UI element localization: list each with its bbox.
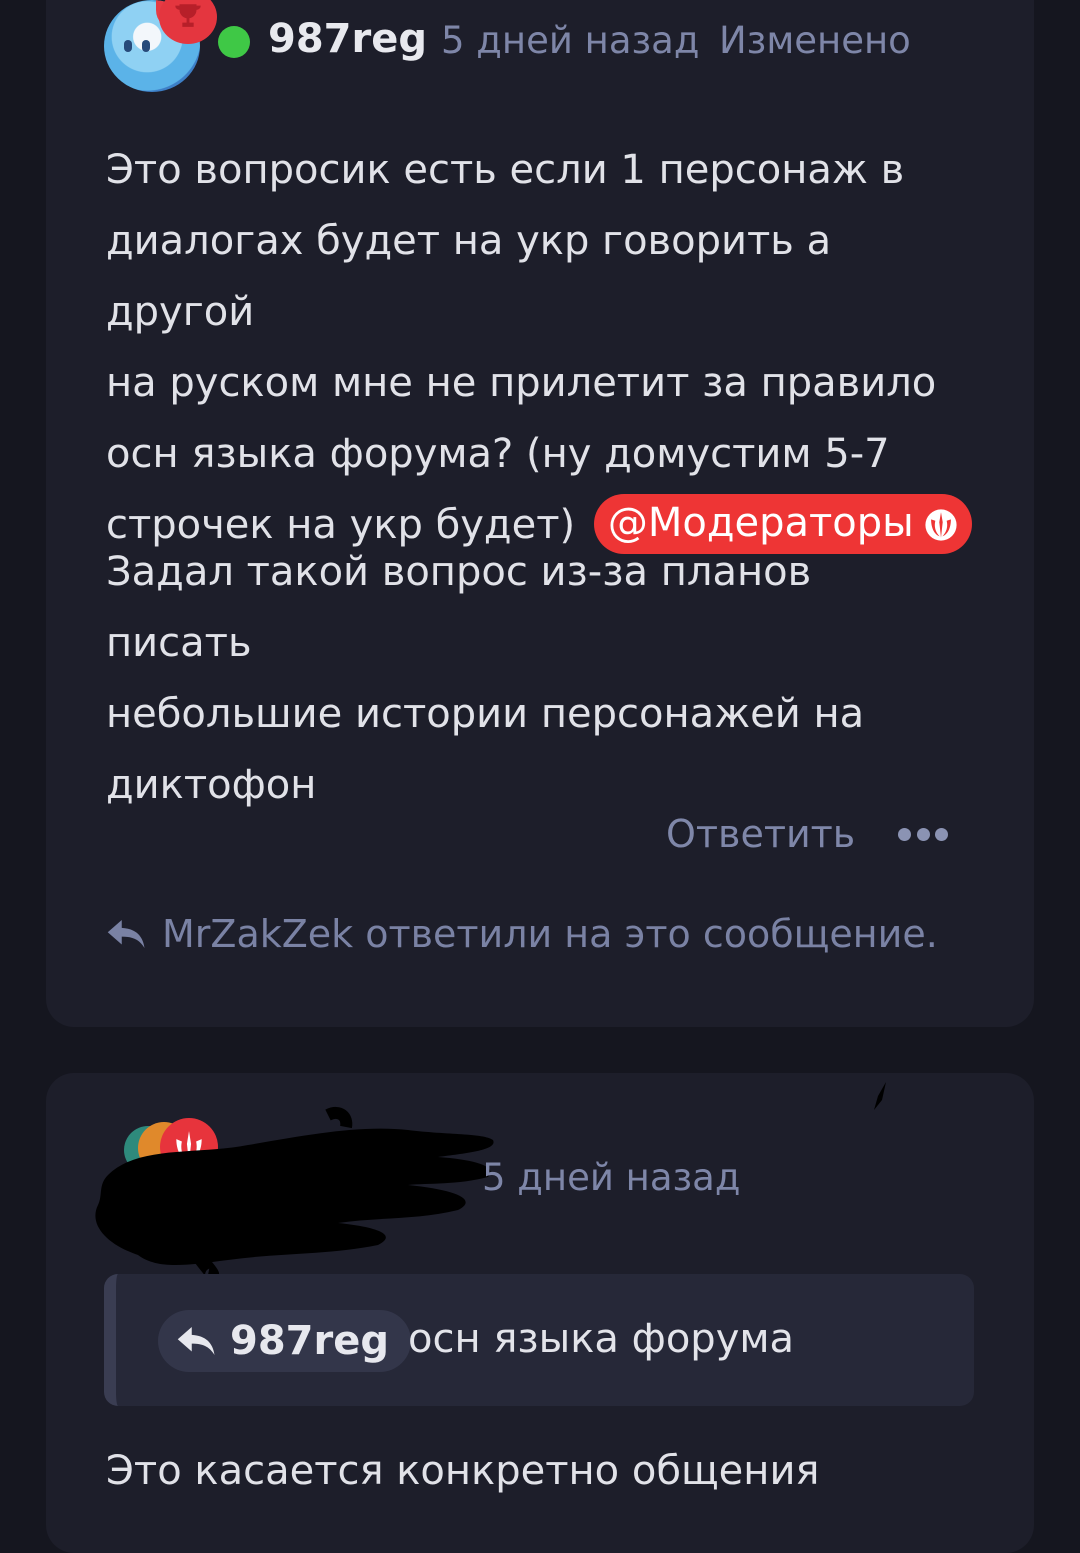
more-dots-icon[interactable] [898, 816, 948, 852]
reply-arrow-icon [177, 1327, 215, 1355]
avatar-eye [142, 40, 150, 52]
quote-block[interactable]: 987reg осн языка форума [104, 1274, 974, 1406]
replied-note-text: MrZakZek ответили на это сообщение. [162, 912, 938, 956]
online-status-dot [218, 26, 250, 58]
text-line: Это вопросик есть если 1 персонаж в [106, 147, 905, 193]
post-author-name[interactable]: 987reg [268, 16, 427, 62]
text-line: диалогах будет на укр говорить а другой [106, 218, 832, 335]
redaction-mark [874, 1082, 886, 1110]
quote-author-chip[interactable]: 987reg [158, 1310, 411, 1372]
text-line: Задал такой вопрос из-за планов писать [106, 549, 812, 666]
redaction-scribble [95, 1106, 494, 1283]
text-line: диктофон [106, 762, 317, 808]
text-line: на руском мне не прилетит за правило [106, 360, 937, 406]
post-body: Это вопросик есть если 1 персонаж в диал… [106, 135, 972, 561]
post-body: Это касается конкретно общения [106, 1436, 966, 1507]
reply-button[interactable]: Ответить [666, 812, 855, 856]
text-line: Это касается конкретно общения [106, 1448, 820, 1494]
text-line: небольшие истории персонажей на [106, 691, 865, 737]
trophy-icon [175, 4, 201, 27]
avatar-eye [124, 40, 132, 52]
replied-note[interactable]: MrZakZek ответили на это сообщение. [106, 912, 938, 956]
edited-label: Изменено [719, 19, 911, 62]
post-timestamp[interactable]: 5 дней назад [482, 1156, 740, 1199]
text-line: осн языка форума? (ну домустим 5-7 [106, 431, 890, 477]
post-body-paragraph: Задал такой вопрос из-за планов писать н… [106, 537, 966, 821]
quote-author-name: 987reg [230, 1318, 389, 1364]
reply-arrow-icon [107, 920, 145, 948]
post-timestamp[interactable]: 5 дней назад [441, 19, 699, 62]
quote-text: осн языка форума [408, 1316, 795, 1362]
